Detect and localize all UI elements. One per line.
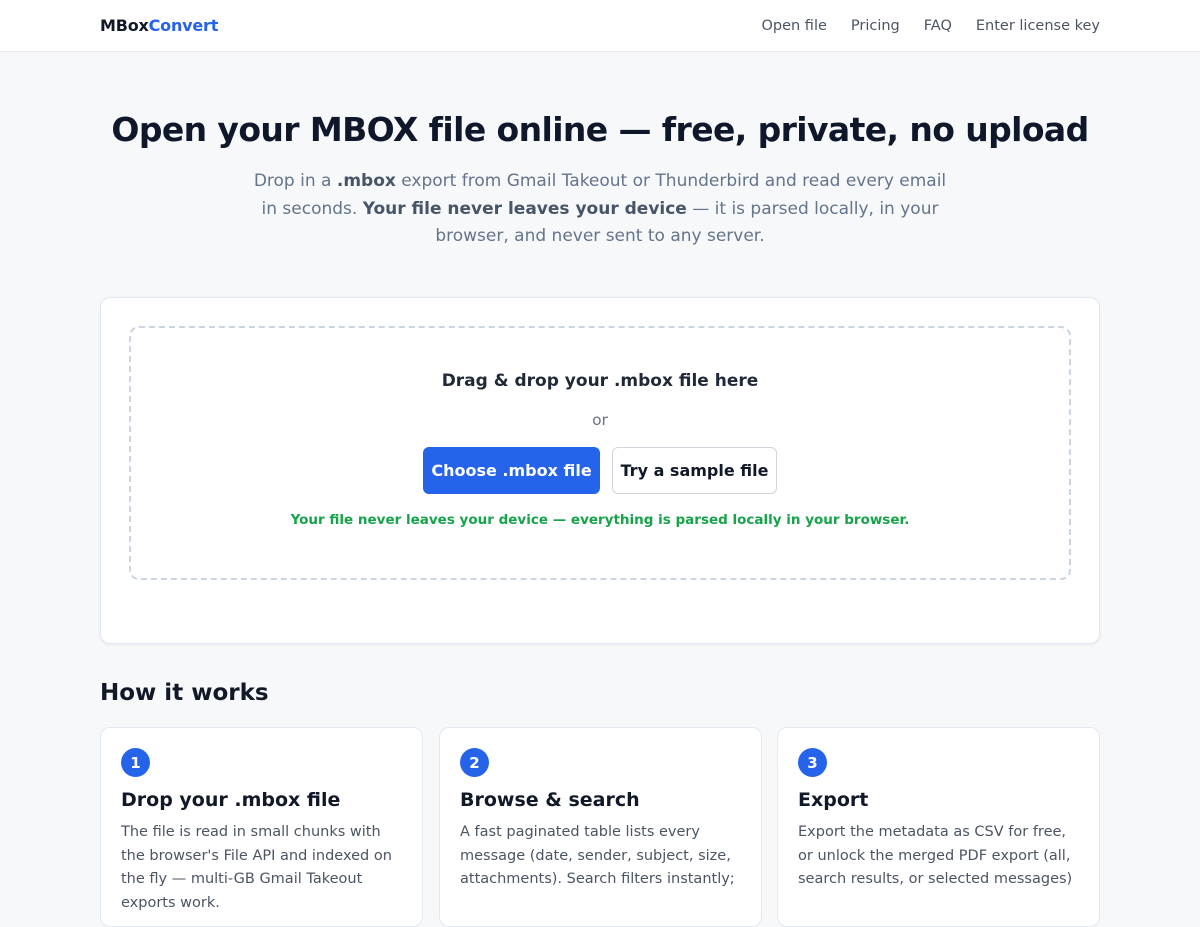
step-title: Export <box>798 789 869 811</box>
nav-enter-license-key[interactable]: Enter license key <box>976 18 1100 34</box>
hero-text-1: Drop in a <box>253 171 337 191</box>
hero-description: Drop in a .mbox export from Gmail Takeou… <box>250 168 950 251</box>
logo-part-mbox: MBox <box>100 16 149 35</box>
hero-bold-mbox: .mbox <box>336 171 396 191</box>
choose-file-button[interactable]: Choose .mbox file <box>423 447 600 494</box>
page-title: Open your MBOX file online — free, priva… <box>111 110 1089 149</box>
privacy-note: Your file never leaves your device — eve… <box>290 512 910 528</box>
step-number-badge: 3 <box>798 748 827 777</box>
logo-part-convert: Convert <box>148 16 219 35</box>
logo[interactable]: MBoxConvert <box>100 16 218 35</box>
drop-zone-or: or <box>592 411 608 429</box>
nav-pricing[interactable]: Pricing <box>851 18 900 34</box>
step-card-3: 3 Export Export the metadata as CSV for … <box>777 727 1100 927</box>
nav-faq[interactable]: FAQ <box>924 18 952 34</box>
step-card-1: 1 Drop your .mbox file The file is read … <box>100 727 423 927</box>
try-sample-button[interactable]: Try a sample file <box>612 447 777 494</box>
drop-zone[interactable]: Drag & drop your .mbox file here or Choo… <box>129 326 1071 580</box>
step-number-badge: 1 <box>121 748 150 777</box>
step-card-2: 2 Browse & search A fast paginated table… <box>439 727 762 927</box>
upload-card: Drag & drop your .mbox file here or Choo… <box>100 297 1100 644</box>
hero-section: Open your MBOX file online — free, priva… <box>0 52 1200 251</box>
how-it-works-heading: How it works <box>100 680 269 706</box>
step-title: Drop your .mbox file <box>121 789 341 811</box>
step-description: A fast paginated table lists every messa… <box>460 824 735 887</box>
how-it-works-section: How it works <box>100 680 269 706</box>
nav-open-file[interactable]: Open file <box>761 18 826 34</box>
step-title: Browse & search <box>460 789 640 811</box>
drop-zone-buttons: Choose .mbox file Try a sample file <box>131 447 1069 494</box>
step-number-badge: 2 <box>460 748 489 777</box>
main-nav: Open file Pricing FAQ Enter license key <box>761 18 1100 34</box>
drop-zone-title: Drag & drop your .mbox file here <box>441 371 759 391</box>
hero-bold-privacy: Your file never leaves your device <box>362 198 687 219</box>
top-header: MBoxConvert Open file Pricing FAQ Enter … <box>0 0 1200 52</box>
step-description: The file is read in small chunks with th… <box>121 824 392 911</box>
step-description: Export the metadata as CSV for free, or … <box>798 824 1073 887</box>
